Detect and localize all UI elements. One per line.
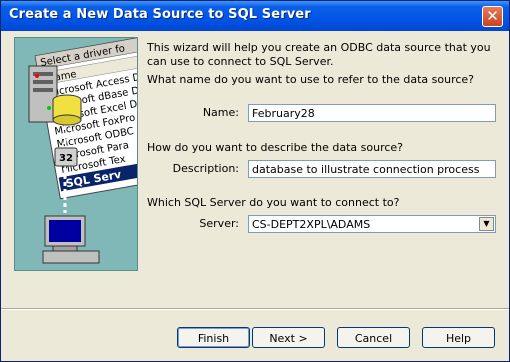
title-bar[interactable]: Create a New Data Source to SQL Server ✕ xyxy=(1,1,509,31)
dialog-window: Create a New Data Source to SQL Server ✕… xyxy=(0,0,510,362)
description-input[interactable]: database to illustrate connection proces… xyxy=(248,160,496,178)
close-icon: ✕ xyxy=(486,7,499,25)
server-question: Which SQL Server do you want to connect … xyxy=(147,196,400,209)
description-label: Description: xyxy=(172,162,239,175)
wizard-illustration: Select a driver fo Name Microsoft Access… xyxy=(14,37,138,271)
intro-text: This wizard will help you create an ODBC… xyxy=(147,41,491,68)
window-title: Create a New Data Source to SQL Server xyxy=(9,7,311,22)
odbc-32-badge: 32 xyxy=(54,147,78,167)
help-button[interactable]: Help xyxy=(422,327,495,348)
dropdown-arrow-icon[interactable]: ▼ xyxy=(479,217,494,231)
separator xyxy=(1,308,509,310)
close-button[interactable]: ✕ xyxy=(482,6,503,27)
name-label: Name: xyxy=(202,106,239,119)
cancel-button[interactable]: Cancel xyxy=(337,327,410,348)
database-icon xyxy=(52,94,82,126)
server-value: CS-DEPT2XPL\ADAMS xyxy=(252,218,371,231)
server-combo[interactable]: CS-DEPT2XPL\ADAMS ▼ xyxy=(248,215,496,233)
name-input[interactable]: February28 xyxy=(248,104,496,122)
badge-text: 32 xyxy=(59,153,73,164)
server-label: Server: xyxy=(199,217,239,230)
description-question: How do you want to describe the data sou… xyxy=(147,141,404,154)
name-question: What name do you want to use to refer to… xyxy=(147,73,475,86)
finish-button[interactable]: Finish xyxy=(177,327,250,348)
wizard-illustration-graphic: Select a driver fo Name Microsoft Access… xyxy=(15,38,137,270)
next-button[interactable]: Next > xyxy=(252,327,325,348)
